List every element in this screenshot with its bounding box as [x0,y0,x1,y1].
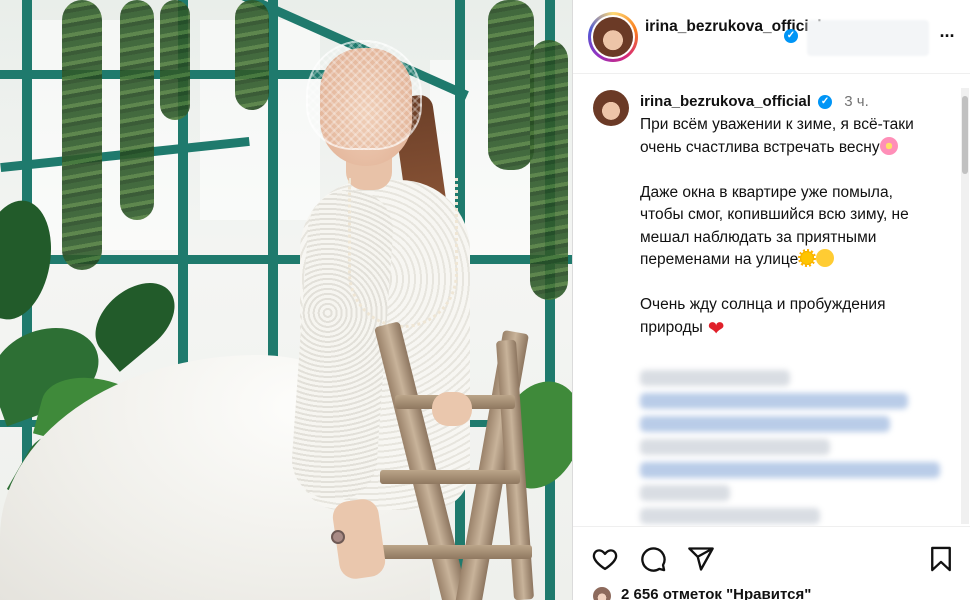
greenhouse-frame [268,0,278,380]
verified-badge-icon: ✓ [784,29,798,43]
hand [432,392,472,426]
ladder-rung [372,545,532,559]
red-heart-emoji-icon: ❤ [707,317,725,340]
comment-icon[interactable] [639,545,667,573]
post-side-panel: irina_bezrukova_official ✓ ··· irina_bez… [572,0,970,600]
blurred-follow-area [807,20,929,56]
hanging-fern [530,40,568,300]
more-options-icon[interactable]: ··· [935,24,959,48]
avatar [593,17,633,57]
hanging-fern [120,0,154,220]
post-actions: 2 656 отметок "Нравится" [573,526,970,600]
greenhouse-window [30,20,180,250]
blurred-credits [640,370,940,526]
net-veil [306,40,422,150]
liker-avatar [591,585,613,600]
caption-header: irina_bezrukova_official ✓ 3 ч. [640,92,869,112]
hanging-fern [488,0,534,170]
header-username[interactable]: irina_bezrukova_official [645,16,822,37]
caption-scrollbar-thumb[interactable] [962,96,968,174]
hanging-fern [235,0,269,110]
bookmark-icon[interactable] [927,545,955,573]
send-icon[interactable] [687,545,715,573]
heart-icon[interactable] [591,545,619,573]
caption-time[interactable]: 3 ч. [844,93,869,110]
caption-text: При всём уважении к зиме, я всё-таки оче… [640,114,940,339]
post-header: irina_bezrukova_official ✓ ··· [573,0,970,74]
smiling-face-emoji-icon [816,249,835,267]
caption-username[interactable]: irina_bezrukova_official [640,93,811,110]
caption-paragraph-3: Очень жду солнца и пробуждения природы [640,296,890,336]
ladder-rung [380,470,520,484]
caption-paragraph-2: Даже окна в квартире уже помыла, чтобы с… [640,183,914,269]
ring [331,530,345,544]
pearl-necklace [348,178,458,328]
caption-paragraph-1: При всём уважении к зиме, я всё-таки оче… [640,116,919,156]
story-avatar[interactable] [588,12,638,62]
sun-emoji-icon [798,249,817,267]
hanging-fern [62,0,102,270]
flower-emoji-icon [879,136,898,155]
verified-badge-icon: ✓ [818,95,833,110]
caption-area: irina_bezrukova_official ✓ 3 ч. При всём… [573,74,963,526]
likes-count[interactable]: 2 656 отметок "Нравится" [621,586,811,600]
post-photo[interactable] [0,0,572,600]
caption-avatar[interactable] [593,90,629,126]
hanging-fern [160,0,190,120]
